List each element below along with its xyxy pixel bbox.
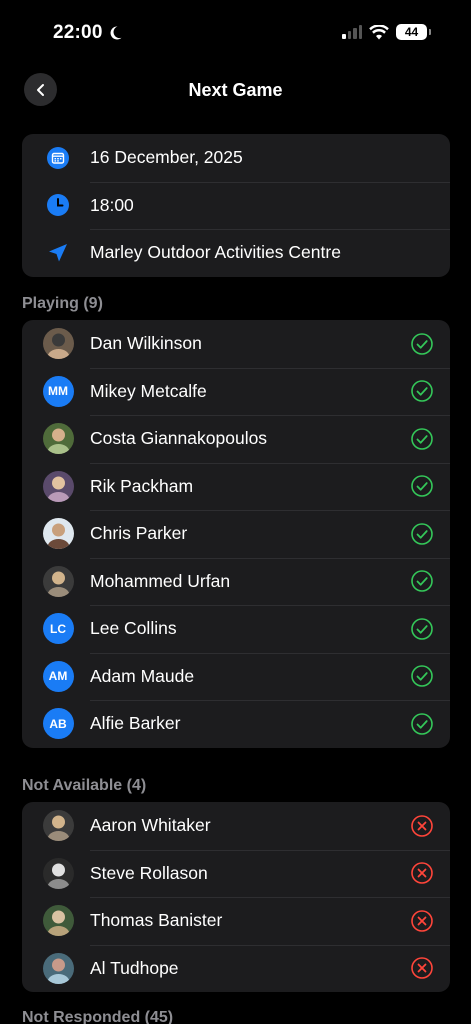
player-name: Steve Rollason	[90, 862, 208, 883]
available-check-icon	[411, 665, 433, 688]
player-name: Alfie Barker	[90, 713, 181, 734]
avatar	[42, 565, 74, 597]
clock-icon	[42, 189, 74, 221]
avatar	[42, 857, 74, 889]
avatar	[42, 905, 74, 937]
section-label-not-available: Not Available (4)	[22, 777, 147, 794]
player-avatar-slot	[42, 423, 74, 455]
available-check-icon	[411, 570, 433, 593]
player-avatar-slot	[42, 328, 74, 360]
avatar: LC	[42, 613, 74, 645]
available-check-icon	[411, 617, 433, 640]
player-avatar-slot	[42, 952, 74, 984]
not-available-list: Aaron Whitaker Steve Rollason Thomas Banis…	[22, 802, 450, 992]
player-row[interactable]: Steve Rollason	[22, 849, 450, 898]
player-avatar-slot	[42, 857, 74, 889]
avatar	[42, 952, 74, 984]
player-name: Dan Wilkinson	[90, 333, 202, 354]
cellular-signal-icon	[342, 25, 362, 39]
player-name: Adam Maude	[90, 665, 195, 686]
player-name: Mikey Metcalfe	[90, 380, 207, 401]
avatar	[42, 470, 74, 502]
player-avatar-slot: AB	[42, 708, 74, 740]
avatar	[42, 423, 74, 455]
player-name: Aaron Whitaker	[90, 815, 211, 836]
player-row[interactable]: Aaron Whitaker	[22, 802, 450, 850]
available-check-icon	[411, 475, 433, 498]
available-check-icon	[411, 332, 433, 355]
status-bar: 22:00 44	[0, 0, 471, 70]
player-avatar-slot: AM	[42, 660, 74, 692]
game-details-card: 16 December, 2025 18:00 Marley Outdoor A…	[22, 134, 450, 277]
location-row[interactable]: Marley Outdoor Activities Centre	[22, 229, 450, 277]
player-avatar-slot	[42, 565, 74, 597]
player-row[interactable]: Dan Wilkinson	[22, 320, 450, 368]
section-label-playing: Playing (9)	[22, 295, 103, 312]
player-row[interactable]: Costa Giannakopoulos	[22, 415, 450, 463]
clock-text: 22:00	[53, 22, 103, 43]
unavailable-x-icon	[411, 909, 433, 932]
player-avatar-slot	[42, 810, 74, 842]
page-title: Next Game	[188, 80, 283, 100]
avatar	[42, 518, 74, 550]
game-location: Marley Outdoor Activities Centre	[90, 242, 341, 263]
avatar	[42, 328, 74, 360]
player-row[interactable]: AB Alfie Barker	[22, 700, 450, 748]
player-name: Costa Giannakopoulos	[90, 428, 268, 449]
navigation-bar: Next Game	[0, 70, 471, 110]
calendar-icon	[42, 142, 74, 174]
moon-icon	[110, 26, 122, 40]
player-row[interactable]: Mohammed Urfan	[22, 557, 450, 606]
playing-list: Dan Wilkinson MM Mikey Metcalfe Costa Giann…	[22, 320, 450, 748]
game-time: 18:00	[90, 194, 134, 215]
player-avatar-slot	[42, 470, 74, 502]
player-row[interactable]: Al Tudhope	[22, 944, 450, 993]
unavailable-x-icon	[411, 957, 433, 980]
player-name: Rik Packham	[90, 475, 194, 496]
status-time: 22:00	[53, 22, 123, 44]
available-check-icon	[411, 380, 433, 403]
wifi-icon	[369, 24, 389, 39]
player-row[interactable]: MM Mikey Metcalfe	[22, 367, 450, 416]
date-row[interactable]: 16 December, 2025	[22, 134, 450, 182]
player-name: Lee Collins	[90, 618, 177, 639]
player-avatar-slot: LC	[42, 613, 74, 645]
avatar	[42, 810, 74, 842]
time-row[interactable]: 18:00	[22, 181, 450, 230]
unavailable-x-icon	[411, 862, 433, 885]
game-date: 16 December, 2025	[90, 147, 243, 168]
player-row[interactable]: AM Adam Maude	[22, 652, 450, 701]
section-label-not-responded: Not Responded (45)	[22, 1009, 174, 1024]
player-avatar-slot: MM	[42, 375, 74, 407]
player-row[interactable]: Chris Parker	[22, 510, 450, 558]
avatar: MM	[42, 375, 74, 407]
unavailable-x-icon	[411, 814, 433, 837]
player-avatar-slot	[42, 518, 74, 550]
player-name: Thomas Banister	[90, 910, 223, 931]
available-check-icon	[411, 712, 433, 735]
player-name: Al Tudhope	[90, 957, 179, 978]
available-check-icon	[411, 427, 433, 450]
avatar: AB	[42, 708, 74, 740]
player-row[interactable]: LC Lee Collins	[22, 605, 450, 653]
player-name: Chris Parker	[90, 523, 188, 544]
battery-icon: 44	[396, 24, 431, 40]
avatar: AM	[42, 660, 74, 692]
player-name: Mohammed Urfan	[90, 570, 231, 591]
available-check-icon	[411, 522, 433, 545]
location-arrow-icon	[42, 237, 74, 269]
status-indicators: 44	[342, 24, 431, 40]
player-avatar-slot	[42, 905, 74, 937]
player-row[interactable]: Thomas Banister	[22, 897, 450, 945]
player-row[interactable]: Rik Packham	[22, 462, 450, 511]
